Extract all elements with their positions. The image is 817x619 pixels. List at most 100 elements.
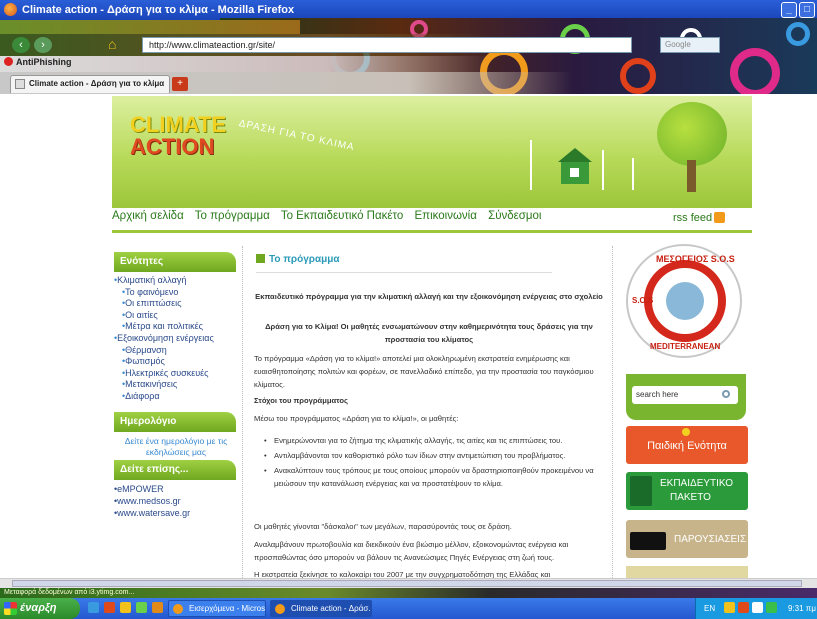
see-also-list: •eMPOWER •www.medsos.gr •www.watersave.g… (114, 484, 238, 520)
sidebar-item-label: Μέτρα και πολιτικές (125, 321, 203, 332)
see-also-item[interactable]: •www.medsos.gr (114, 496, 238, 508)
sidebar-item[interactable]: •Κλιματική αλλαγή (114, 275, 240, 287)
taskbar-item-inbox[interactable]: Εισερχόμενα - Micros... (168, 600, 266, 617)
sidebar-item[interactable]: •Μέτρα και πολιτικές (114, 321, 240, 333)
taskbar-item-label: Εισερχόμενα - Micros... (189, 604, 266, 613)
system-tray: EN 9:31 πμ (695, 598, 817, 619)
seal-icon (666, 282, 704, 320)
sidebar-item[interactable]: •Οι αιτίες (114, 310, 240, 322)
more-sidebar-button[interactable] (626, 566, 748, 578)
bookmarks-toolbar (0, 56, 817, 72)
tray-icon[interactable] (738, 602, 749, 613)
goals-heading: Στόχοι του προγράμματος (254, 396, 348, 405)
goals-intro: Μέσω του προγράμματος «Δράση για το κλίμ… (254, 414, 459, 423)
house-icon (558, 138, 592, 186)
start-label: έναρξη (20, 602, 57, 614)
maximize-button[interactable]: □ (799, 2, 815, 18)
page-title-text: Το πρόγραμμα (269, 254, 340, 265)
nav-program[interactable]: Το πρόγραμμα (195, 210, 270, 222)
back-button[interactable]: ‹ (12, 37, 30, 53)
sidebar-item[interactable]: •Το φαινόμενο (114, 287, 240, 299)
sidebar-item[interactable]: •Θέρμανση (114, 345, 240, 357)
nav-edu-package[interactable]: Το Εκπαιδευτικό Πακέτο (281, 210, 403, 222)
site-banner: CLIMATE ACTION ΔΡΑΣΗ ΓΙΑ ΤΟ ΚΛΙΜΑ (112, 96, 752, 208)
presentations-label: ΠΑΡΟΥΣΙΑΣΕΙΣ (674, 534, 747, 545)
quicklaunch-icon[interactable] (88, 602, 99, 613)
page-title: Το πρόγραμμα (256, 254, 339, 265)
firefox-icon (275, 604, 285, 614)
tray-icon[interactable] (766, 602, 777, 613)
antiphishing-label: AntiPhishing (16, 57, 72, 67)
search-icon[interactable] (722, 390, 730, 398)
sidebar-item[interactable]: •Μετακινήσεις (114, 379, 240, 391)
menu-bar (0, 20, 300, 34)
antiphishing-button[interactable]: AntiPhishing (4, 57, 72, 67)
sections-list: •Κλιματική αλλαγή •Το φαινόμενο •Οι επιπτώ… (114, 275, 240, 403)
intro-paragraph: Το πρόγραμμα «Δράση για το κλίμα!» αποτε… (254, 354, 594, 389)
quicklaunch-icon[interactable] (136, 602, 147, 613)
edu-package-label-1: ΕΚΠΑΙΔΕΥΤΙΚΟ (660, 478, 734, 489)
quicklaunch-icon[interactable] (120, 602, 131, 613)
quicklaunch-icon[interactable] (152, 602, 163, 613)
calendar-link-line-1: Δείτε ένα ημερολόγιο με τις (124, 436, 228, 446)
see-also-item[interactable]: •eMPOWER (114, 484, 238, 496)
calendar-link-line-2: εκδηλώσεις μας (145, 447, 207, 457)
sidebar-item-label: Οι αιτίες (125, 309, 158, 320)
edu-package-label-2: ΠΑΚΕΤΟ (670, 492, 711, 503)
rss-icon (714, 212, 726, 223)
rss-label: rss feed (673, 212, 713, 224)
see-also-header: Δείτε επίσης... (114, 460, 236, 480)
sidebar-item[interactable]: •Φωτισμός (114, 356, 240, 368)
nav-home[interactable]: Αρχική σελίδα (112, 210, 184, 222)
scrollbar-thumb[interactable] (12, 580, 802, 587)
sidebar-item[interactable]: •Εξοικονόμηση ενέργειας (114, 333, 240, 345)
rss-feed-link[interactable]: rss feed (673, 212, 726, 224)
kids-section-button[interactable]: Παιδική Ενότητα (626, 426, 748, 464)
minimize-button[interactable]: _ (781, 2, 797, 18)
sidebar-item[interactable]: •Οι επιπτώσεις (114, 298, 240, 310)
sun-icon (682, 428, 690, 436)
lead-paragraph-1: Εκπαιδευτικό πρόγραμμα για την κλιματική… (255, 292, 603, 301)
window-title: Climate action - Δράση για το κλίμα - Mo… (22, 4, 295, 16)
url-input[interactable]: http://www.climateaction.gr/site/ (142, 37, 632, 53)
browser-search-input[interactable]: Google (660, 37, 720, 53)
calendar-link[interactable]: Δείτε ένα ημερολόγιο με τις εκδηλώσεις μ… (114, 436, 238, 458)
main-navigation: Αρχική σελίδα Το πρόγραμμα Το Εκπαιδευτι… (112, 210, 752, 230)
paragraph-teachers: Οι μαθητές γίνονται "δάσκαλοι" των μεγάλ… (254, 522, 512, 531)
site-tagline: ΔΡΑΣΗ ΓΙΑ ΤΟ ΚΛΙΜΑ (237, 118, 356, 154)
tab-climate-action[interactable]: Climate action - Δράση για το κλίμα (10, 75, 170, 93)
nav-contact[interactable]: Επικοινωνία (414, 210, 476, 222)
windows-logo-icon (4, 602, 17, 615)
column-divider (242, 246, 243, 578)
new-tab-button[interactable]: + (172, 77, 188, 91)
sidebar-item[interactable]: •Διάφορα (114, 391, 240, 403)
home-icon[interactable]: ⌂ (108, 36, 116, 52)
presentations-button[interactable]: ΠΑΡΟΥΣΙΑΣΕΙΣ (626, 520, 748, 558)
see-also-item[interactable]: •www.watersave.gr (114, 508, 238, 520)
taskbar-item-firefox[interactable]: Climate action - Δράσ... (270, 600, 372, 617)
forward-button[interactable]: › (34, 37, 52, 53)
column-divider (612, 246, 613, 578)
edu-package-button[interactable]: ΕΚΠΑΙΔΕΥΤΙΚΟ ΠΑΚΕΤΟ (626, 472, 748, 510)
wind-turbine-icon (602, 150, 604, 190)
tray-icon[interactable] (724, 602, 735, 613)
camera-icon (630, 532, 666, 550)
page-icon (15, 79, 25, 89)
language-indicator[interactable]: EN (704, 598, 715, 619)
medsos-text-top: ΜΕΣΟΓΕΙΟΣ S.O.S (656, 254, 735, 264)
see-also-label: www.medsos.gr (117, 496, 181, 506)
tray-icon[interactable] (752, 602, 763, 613)
sidebar-item[interactable]: •Ηλεκτρικές συσκευές (114, 368, 240, 380)
wind-turbine-icon (632, 158, 634, 190)
paragraph-initiative: Αναλαμβάνουν πρωτοβουλία και διεκδικούν … (254, 540, 569, 562)
status-bar: Μεταφορά δεδομένων από i3.ytimg.com... (0, 588, 817, 598)
site-logo[interactable]: CLIMATE ACTION (130, 112, 227, 174)
logo-line-1: CLIMATE (130, 112, 227, 137)
goals-list: • Ενημερώνονται για το ζήτημα της κλιματι… (262, 434, 602, 490)
nav-links[interactable]: Σύνδεσμοι (488, 210, 541, 222)
sidebar-item-label: Το φαινόμενο (125, 286, 179, 297)
quicklaunch-icon[interactable] (104, 602, 115, 613)
horizontal-scrollbar[interactable] (0, 578, 817, 588)
start-button[interactable]: έναρξη (0, 598, 80, 619)
medsos-logo[interactable]: ΜΕΣΟΓΕΙΟΣ S.O.S S.O.S ΜΕDITERRANEAN (626, 244, 742, 358)
